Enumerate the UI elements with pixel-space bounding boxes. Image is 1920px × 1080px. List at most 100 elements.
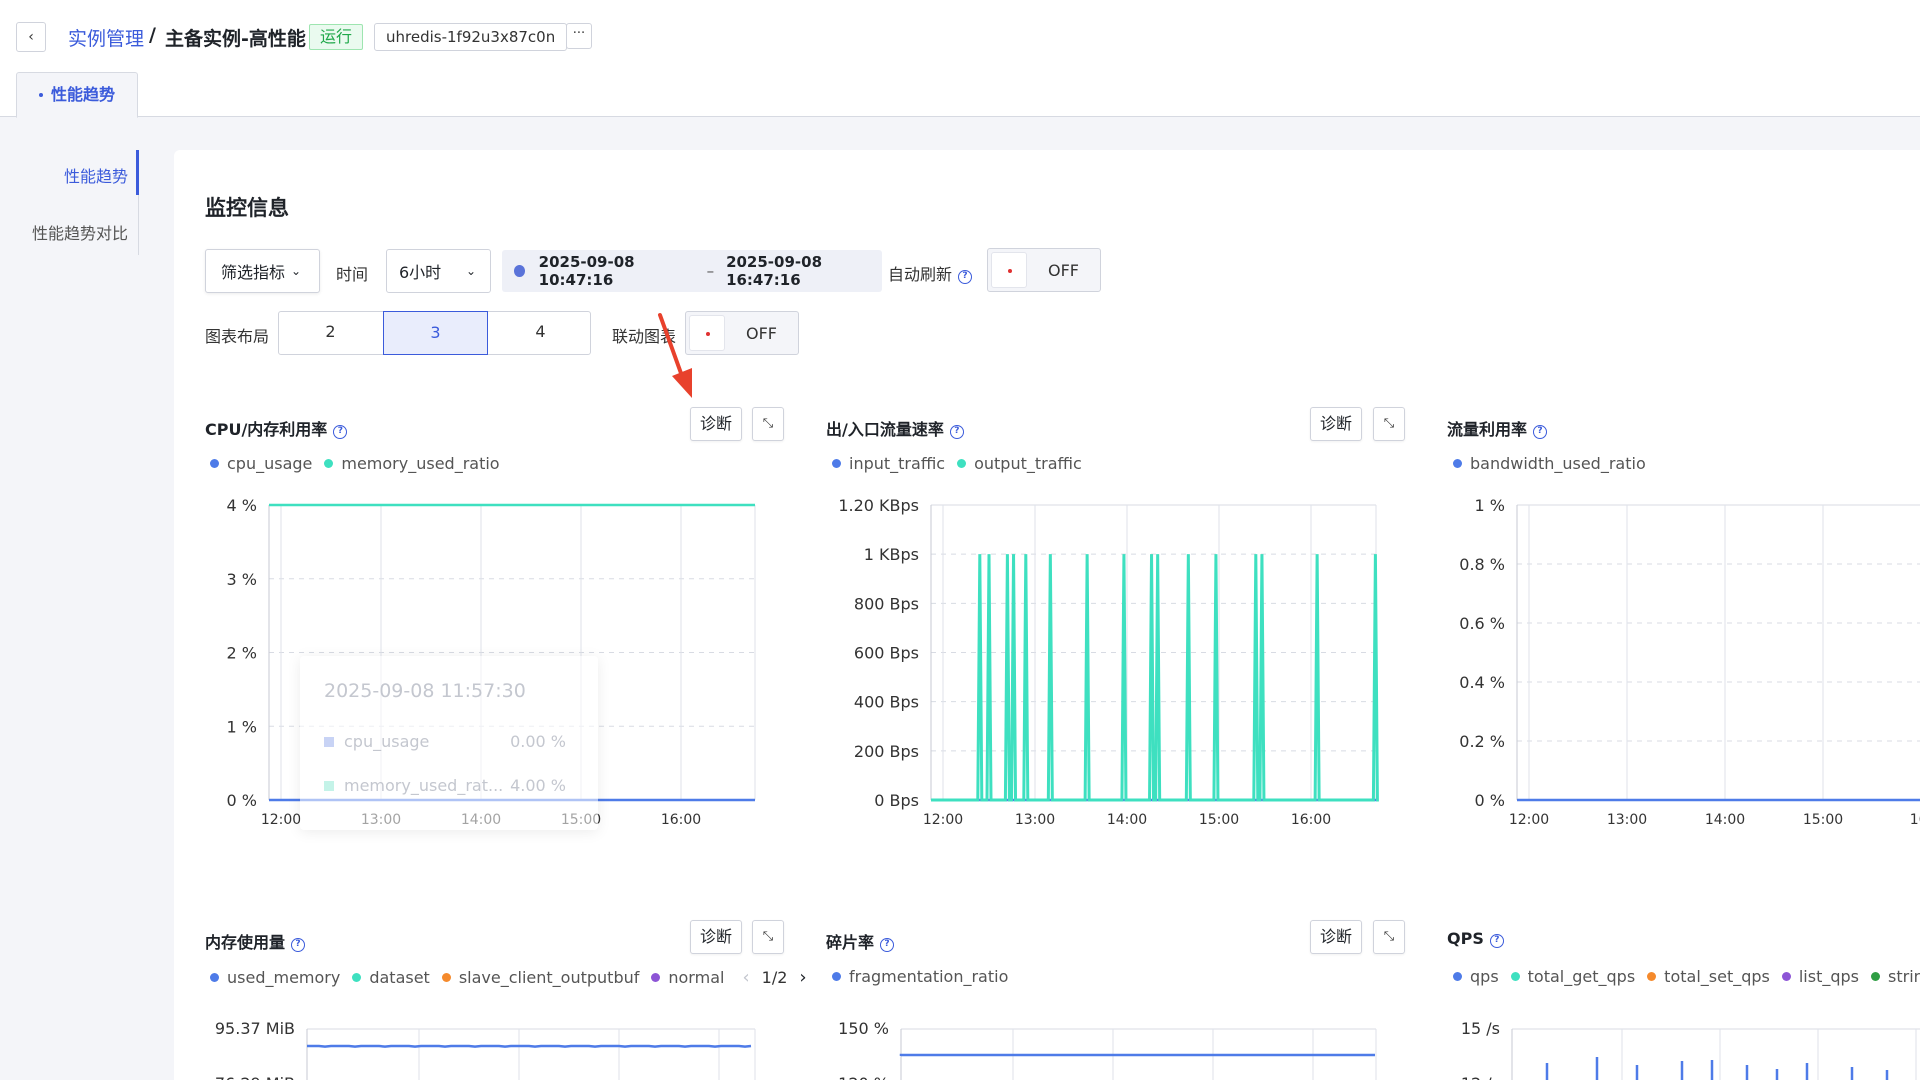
x-tick-label: 15:00 [1199,812,1239,828]
legend-dot [1510,972,1520,981]
nav-divider [138,195,139,255]
tab-label: 性能趋势 [51,85,116,104]
chart-title-text: QPS [1447,929,1484,948]
legend-item[interactable]: normal [651,968,724,987]
legend-item[interactable]: memory_used_ratio [324,454,500,473]
legend-item[interactable]: dataset [352,968,430,987]
x-tick-label: 14:00 [1705,812,1745,828]
chevron-right-icon[interactable]: › [799,967,806,988]
legend-item[interactable]: bandwidth_used_ratio [1453,454,1646,473]
y-tick-label: 15 /s [1461,1019,1500,1038]
legend-dot [651,973,661,982]
x-tick-label: 16:00 [661,812,701,828]
y-tick-label: 3 % [227,570,257,589]
legend-qps: qps total_get_qps total_set_qps list_qps… [1453,967,1920,986]
y-tick-label: 0 % [1475,791,1505,810]
chart-bandwidth-ratio[interactable]: 0 % 0.2 % 0.4 % 0.6 % 0.8 % 1 % 12:00 13:00 14:0… [1447,495,1920,835]
chart-qps[interactable]: 15 /s 12 /s [1447,1005,1920,1080]
series-line [899,1053,1375,1057]
instance-id-tag[interactable]: uhredis-1f92u3x87c0n [374,23,568,51]
legend-label: used_memory [227,968,341,987]
chart-memory-usage[interactable]: 95.37 MiB 76.29 MiB [205,1005,775,1080]
question-circle-icon[interactable]: ? [333,425,348,439]
sidenav-item-trend[interactable]: 性能趋势 [64,163,128,187]
page-title: 主备实例-高性能 [165,28,306,50]
legend-dot [210,973,219,982]
chart-title-qps: QPS? [1447,929,1504,948]
expand-button-traffic-rate[interactable]: ⤡ [1373,407,1405,441]
legend-item[interactable]: qps [1453,967,1499,986]
legend-item[interactable]: used_memory [210,968,340,987]
expand-button-cpu-memory[interactable]: ⤡ [752,407,784,441]
tab-performance-trend[interactable]: 性能趋势 [16,72,138,118]
y-tick-label: 95.37 MiB [215,1019,295,1038]
layout-option-3[interactable]: 3 [383,311,488,355]
y-tick-label: 0.8 % [1459,555,1505,574]
legend-traffic-rate: input_traffic output_traffic [832,454,1094,473]
layout-option-4[interactable]: 4 [488,311,593,355]
diagnose-button-cpu-memory[interactable]: 诊断 [690,407,742,441]
back-button[interactable]: ‹ [16,22,46,52]
question-circle-icon[interactable]: ? [949,425,964,439]
more-icon: ··· [572,26,586,41]
top-bar: ‹ 实例管理 / 主备实例-高性能 运行 uhredis-1f92u3x87c0… [0,0,1920,72]
y-tick-label: 1 % [227,717,257,736]
expand-button-memory-usage[interactable]: ⤡ [752,920,784,954]
time-range-select[interactable]: 6小时 ⌄ [386,249,491,293]
x-tick-label: 13:00 [1015,812,1055,828]
chart-title-text: 出/入口流量速率 [826,420,944,439]
y-tick-label: 0 % [227,791,257,810]
layout-option-2[interactable]: 2 [278,311,383,355]
tooltip-row: memory_used_rat... 4.00 % [324,776,574,795]
legend-label: cpu_usage [227,454,313,473]
legend-item[interactable]: slave_client_outputbuf [441,968,640,987]
question-circle-icon[interactable]: ? [1489,934,1504,948]
chart-title-bandwidth-ratio: 流量利用率? [1447,416,1548,440]
diagnose-button-traffic-rate[interactable]: 诊断 [1310,407,1362,441]
legend-item[interactable]: cpu_usage [210,454,312,473]
chart-traffic-rate[interactable]: 0 Bps 200 Bps 400 Bps 600 Bps 800 Bps 1 KBps 1… [826,495,1396,835]
diagnose-button-memory-usage[interactable]: 诊断 [690,920,742,954]
auto-refresh-toggle[interactable]: OFF [987,248,1101,292]
chart-title-text: 流量利用率 [1447,420,1528,439]
legend-label: slave_client_outputbuf [458,968,640,987]
breadcrumb-parent-link[interactable]: 实例管理 [68,24,144,51]
legend-item[interactable]: total_get_qps [1510,967,1635,986]
question-circle-icon[interactable]: ? [1533,425,1548,439]
auto-refresh-label: 自动刷新? [888,261,973,285]
legend-label: string_ [1888,967,1920,986]
legend-label: input_traffic [849,454,946,473]
chevron-left-icon[interactable]: ‹ [742,967,749,988]
legend-item[interactable]: total_set_qps [1647,967,1770,986]
legend-label: total_set_qps [1664,967,1770,986]
filter-label: 筛选指标 [221,263,286,282]
diagnose-button-fragmentation[interactable]: 诊断 [1310,920,1362,954]
y-tick-label: 200 Bps [854,742,919,761]
chart-fragmentation[interactable]: 150 % 120 % [826,1005,1396,1080]
legend-item[interactable]: list_qps [1781,967,1859,986]
x-tick-label: 14:00 [1107,812,1147,828]
filter-metrics-dropdown[interactable]: 筛选指标 ⌄ [205,249,320,293]
y-tick-label: 1 KBps [864,545,919,564]
x-tick-label: 12:00 [1509,812,1549,828]
date-range-picker[interactable]: 2025-09-08 10:47:16 – 2025-09-08 16:47:1… [502,250,882,292]
tooltip-row: cpu_usage 0.00 % [324,732,574,751]
legend-item[interactable]: string_ [1871,967,1920,986]
question-circle-icon[interactable]: ? [291,938,306,952]
legend-item[interactable]: output_traffic [957,454,1082,473]
x-tick-label: 12:00 [923,812,963,828]
expand-button-fragmentation[interactable]: ⤡ [1373,920,1405,954]
expand-icon: ⤡ [762,416,774,431]
question-circle-icon[interactable]: ? [880,938,895,952]
legend-item[interactable]: input_traffic [832,454,945,473]
link-charts-toggle[interactable]: OFF [685,311,799,355]
legend-item[interactable]: fragmentation_ratio [832,967,1008,986]
legend-cpu-memory: cpu_usage memory_used_ratio [210,454,512,473]
question-circle-icon[interactable]: ? [958,270,973,284]
more-actions-button[interactable]: ··· [566,23,592,49]
y-tick-label: 4 % [227,496,257,515]
section-title: 监控信息 [205,196,289,220]
sidenav-item-trend-compare[interactable]: 性能趋势对比 [32,220,128,244]
legend-label: memory_used_ratio [341,454,500,473]
legend-bandwidth-ratio: bandwidth_used_ratio [1453,454,1658,473]
